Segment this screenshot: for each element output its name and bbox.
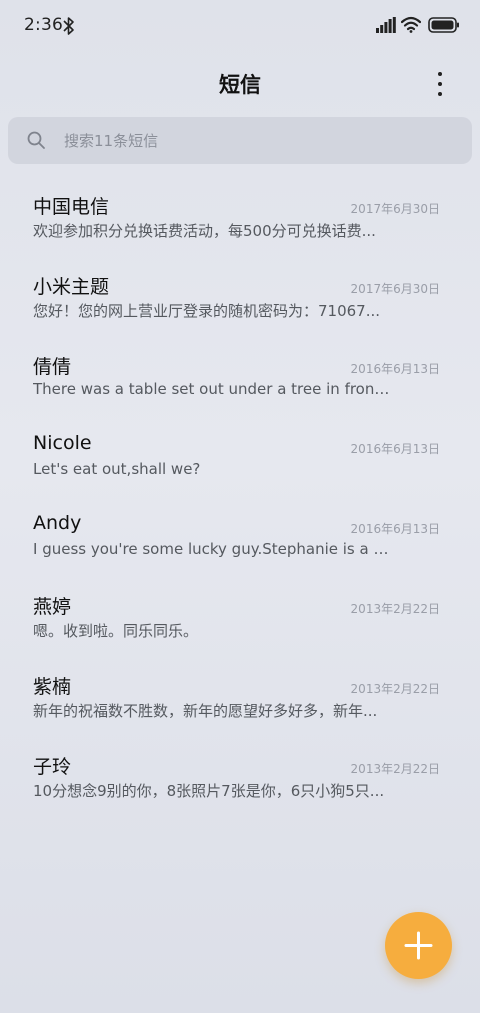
new-message-button[interactable]	[385, 912, 452, 979]
bluetooth-icon	[63, 17, 74, 35]
message-date: 2013年2月22日	[350, 762, 440, 776]
contact-name: 中国电信	[33, 196, 110, 218]
search-input[interactable]: 搜索11条短信	[8, 117, 472, 164]
contact-name: 小米主题	[33, 276, 110, 298]
message-list: 中国电信 2017年6月30日 欢迎参加积分兑换话费活动，每500分可兑换话费.…	[0, 180, 480, 820]
message-date: 2017年6月30日	[350, 282, 440, 296]
search-icon	[27, 131, 45, 149]
list-item[interactable]: Andy 2016年6月13日 I guess you're some luck…	[0, 500, 480, 580]
plus-icon	[404, 931, 433, 960]
contact-name: 倩倩	[33, 356, 72, 378]
message-date: 2016年6月13日	[350, 362, 440, 376]
list-item[interactable]: 燕婷 2013年2月22日 嗯。收到啦。同乐同乐。	[0, 580, 480, 660]
contact-name: Nicole	[33, 432, 92, 454]
list-item[interactable]: 中国电信 2017年6月30日 欢迎参加积分兑换话费活动，每500分可兑换话费.…	[0, 180, 480, 260]
contact-name: 紫楠	[33, 676, 72, 698]
message-preview: 嗯。收到啦。同乐同乐。	[33, 622, 199, 640]
page-title: 短信	[219, 73, 261, 97]
status-time: 2:36	[24, 15, 63, 35]
message-preview: 欢迎参加积分兑换话费活动，每500分可兑换话费...	[33, 222, 376, 240]
list-item[interactable]: 紫楠 2013年2月22日 新年的祝福数不胜数，新年的愿望好多好多，新年...	[0, 660, 480, 740]
message-preview: 新年的祝福数不胜数，新年的愿望好多好多，新年...	[33, 702, 378, 720]
message-preview: There was a table set out under a tree i…	[33, 380, 395, 398]
message-date: 2016年6月13日	[350, 522, 440, 536]
more-vertical-icon	[438, 92, 442, 96]
contact-name: 子玲	[33, 756, 72, 778]
message-date: 2013年2月22日	[350, 682, 440, 696]
more-vertical-icon	[438, 72, 442, 76]
message-date: 2013年2月22日	[350, 602, 440, 616]
message-date: 2017年6月30日	[350, 202, 440, 216]
more-vertical-icon	[438, 82, 442, 86]
search-placeholder: 搜索11条短信	[64, 132, 159, 150]
list-item[interactable]: 子玲 2013年2月22日 10分想念9别的你，8张照片7张是你，6只小狗5只.…	[0, 740, 480, 820]
signal-icon	[376, 17, 396, 33]
app-header: 短信	[0, 52, 480, 114]
list-item[interactable]: Nicole 2016年6月13日 Let's eat out,shall we…	[0, 420, 480, 500]
list-item[interactable]: 小米主题 2017年6月30日 您好！您的网上营业厅登录的随机密码为：71067…	[0, 260, 480, 340]
list-item[interactable]: 倩倩 2016年6月13日 There was a table set out …	[0, 340, 480, 420]
wifi-icon	[401, 16, 421, 33]
more-options-button[interactable]	[424, 66, 456, 102]
contact-name: Andy	[33, 512, 82, 534]
battery-icon	[428, 17, 459, 33]
status-bar: 2:36	[0, 0, 480, 52]
contact-name: 燕婷	[33, 596, 72, 618]
message-preview: 您好！您的网上营业厅登录的随机密码为：71067...	[33, 302, 381, 320]
message-preview: Let's eat out,shall we?	[33, 460, 201, 478]
message-preview: 10分想念9别的你，8张照片7张是你，6只小狗5只...	[33, 782, 385, 800]
message-date: 2016年6月13日	[350, 442, 440, 456]
message-preview: I guess you're some lucky guy.Stephanie …	[33, 540, 395, 558]
